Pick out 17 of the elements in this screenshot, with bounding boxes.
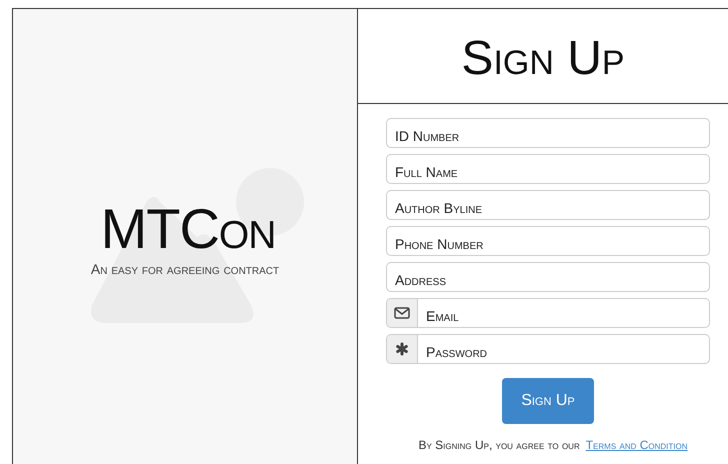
email-field[interactable]: Email [386, 298, 710, 328]
asterisk-icon [395, 342, 409, 356]
sign-up-button[interactable]: Sign Up [502, 378, 594, 424]
input-field[interactable]: Full Name [387, 155, 709, 183]
terms-link[interactable]: Terms and Condition [586, 438, 688, 452]
password-input[interactable]: Password [418, 335, 709, 363]
input-field[interactable]: Address [387, 263, 709, 291]
brand-title: MTCon [100, 196, 276, 261]
form-title: Sign Up [358, 9, 728, 104]
email-input[interactable]: Email [418, 299, 709, 327]
agreement-text: By Signing Up, you agree to our [418, 438, 580, 452]
envelope-icon [394, 307, 410, 319]
password-field[interactable]: Password [386, 334, 710, 364]
brand-tagline: An easy for agreeing contract [90, 261, 280, 277]
input-field[interactable]: ID Number [387, 119, 709, 147]
input-field[interactable]: Phone Number [387, 227, 709, 255]
input-field[interactable]: Author Byline [387, 191, 709, 219]
